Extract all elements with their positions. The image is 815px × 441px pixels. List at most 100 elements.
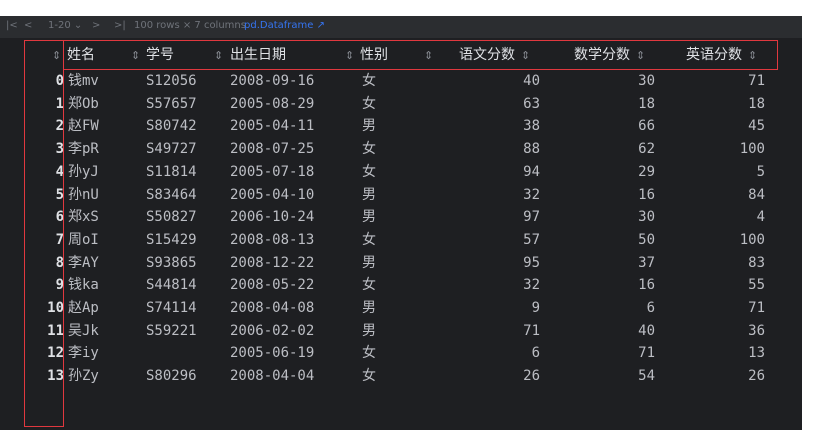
cell-math[interactable]: 62	[545, 138, 655, 160]
cell-math[interactable]: 16	[545, 184, 655, 206]
row-index[interactable]: 12	[20, 342, 64, 364]
row-index[interactable]: 13	[20, 365, 64, 387]
cell-chinese[interactable]: 57	[430, 229, 540, 251]
table-row[interactable]: 11 吴Jk S59221 2006-02-02 男 71 40 36	[0, 320, 802, 342]
cell-chinese[interactable]: 95	[430, 252, 540, 274]
cell-chinese[interactable]: 32	[430, 274, 540, 296]
row-index[interactable]: 2	[20, 115, 64, 137]
cell-gender[interactable]: 男	[362, 320, 402, 342]
cell-name[interactable]: 李pR	[68, 138, 138, 160]
cell-birth[interactable]: 2005-06-19	[230, 342, 350, 364]
cell-gender[interactable]: 男	[362, 115, 402, 137]
index-column-header[interactable]: ⇕	[46, 42, 61, 68]
cell-birth[interactable]: 2005-04-11	[230, 115, 350, 137]
cell-math[interactable]: 50	[545, 229, 655, 251]
cell-gender[interactable]: 女	[362, 138, 402, 160]
table-row[interactable]: 4 孙yJ S11814 2005-07-18 女 94 29 5	[0, 161, 802, 183]
cell-gender[interactable]: 女	[362, 93, 402, 115]
cell-english[interactable]: 71	[660, 297, 765, 319]
prev-page-button[interactable]: <	[24, 20, 32, 31]
cell-gender[interactable]: 女	[362, 274, 402, 296]
cell-name[interactable]: 赵FW	[68, 115, 138, 137]
table-row[interactable]: 6 郑xS S50827 2006-10-24 男 97 30 4	[0, 206, 802, 228]
table-row[interactable]: 9 钱ka S44814 2008-05-22 女 32 16 55	[0, 274, 802, 296]
cell-birth[interactable]: 2008-09-16	[230, 70, 350, 92]
cell-math[interactable]: 71	[545, 342, 655, 364]
cell-name[interactable]: 钱ka	[68, 274, 138, 296]
cell-birth[interactable]: 2005-08-29	[230, 93, 350, 115]
row-index[interactable]: 7	[20, 229, 64, 251]
cell-id[interactable]	[146, 342, 226, 364]
column-header-id[interactable]: 学号	[146, 42, 174, 68]
cell-gender[interactable]: 女	[362, 161, 402, 183]
cell-name[interactable]: 周oI	[68, 229, 138, 251]
cell-birth[interactable]: 2008-05-22	[230, 274, 350, 296]
row-index[interactable]: 0	[20, 70, 64, 92]
table-row[interactable]: 0 钱mv S12056 2008-09-16 女 40 30 71	[0, 70, 802, 92]
cell-gender[interactable]: 女	[362, 70, 402, 92]
cell-english[interactable]: 45	[660, 115, 765, 137]
column-sort-name[interactable]: ⇕	[125, 42, 140, 68]
table-row[interactable]: 3 李pR S49727 2008-07-25 女 88 62 100	[0, 138, 802, 160]
cell-english[interactable]: 55	[660, 274, 765, 296]
column-header-math[interactable]: 数学分数 ⇕	[574, 42, 645, 68]
cell-math[interactable]: 16	[545, 274, 655, 296]
column-sort-id[interactable]: ⇕	[208, 42, 223, 68]
cell-birth[interactable]: 2008-07-25	[230, 138, 350, 160]
cell-chinese[interactable]: 26	[430, 365, 540, 387]
cell-birth[interactable]: 2006-02-02	[230, 320, 350, 342]
cell-chinese[interactable]: 88	[430, 138, 540, 160]
cell-id[interactable]: S59221	[146, 320, 226, 342]
cell-english[interactable]: 83	[660, 252, 765, 274]
cell-birth[interactable]: 2005-07-18	[230, 161, 350, 183]
row-index[interactable]: 11	[20, 320, 64, 342]
cell-gender[interactable]: 女	[362, 229, 402, 251]
cell-math[interactable]: 37	[545, 252, 655, 274]
table-row[interactable]: 10 赵Ap S74114 2008-04-08 男 9 6 71	[0, 297, 802, 319]
cell-id[interactable]: S93865	[146, 252, 226, 274]
cell-english[interactable]: 5	[660, 161, 765, 183]
cell-id[interactable]: S50827	[146, 206, 226, 228]
cell-id[interactable]: S80296	[146, 365, 226, 387]
cell-english[interactable]: 84	[660, 184, 765, 206]
table-row[interactable]: 8 李AY S93865 2008-12-22 男 95 37 83	[0, 252, 802, 274]
column-header-name[interactable]: 姓名	[67, 42, 95, 68]
cell-math[interactable]: 30	[545, 70, 655, 92]
cell-name[interactable]: 郑Ob	[68, 93, 138, 115]
cell-gender[interactable]: 男	[362, 206, 402, 228]
row-index[interactable]: 5	[20, 184, 64, 206]
cell-chinese[interactable]: 94	[430, 161, 540, 183]
column-header-chinese[interactable]: 语文分数 ⇕	[459, 42, 530, 68]
cell-english[interactable]: 100	[660, 138, 765, 160]
row-index[interactable]: 1	[20, 93, 64, 115]
cell-chinese[interactable]: 6	[430, 342, 540, 364]
cell-id[interactable]: S11814	[146, 161, 226, 183]
cell-id[interactable]: S44814	[146, 274, 226, 296]
cell-name[interactable]: 李AY	[68, 252, 138, 274]
next-page-button[interactable]: >	[92, 20, 100, 31]
cell-chinese[interactable]: 32	[430, 184, 540, 206]
table-row[interactable]: 2 赵FW S80742 2005-04-11 男 38 66 45	[0, 115, 802, 137]
cell-chinese[interactable]: 97	[430, 206, 540, 228]
column-header-birth[interactable]: 出生日期	[230, 42, 286, 68]
cell-gender[interactable]: 女	[362, 342, 402, 364]
column-sort-birth[interactable]: ⇕	[339, 42, 354, 68]
cell-chinese[interactable]: 63	[430, 93, 540, 115]
cell-english[interactable]: 18	[660, 93, 765, 115]
table-row[interactable]: 5 孙nU S83464 2005-04-10 男 32 16 84	[0, 184, 802, 206]
cell-chinese[interactable]: 71	[430, 320, 540, 342]
cell-english[interactable]: 26	[660, 365, 765, 387]
cell-math[interactable]: 54	[545, 365, 655, 387]
page-range-dropdown[interactable]: 1-20 ⌄	[48, 20, 82, 31]
cell-gender[interactable]: 男	[362, 252, 402, 274]
column-header-english[interactable]: 英语分数 ⇕	[686, 42, 757, 68]
cell-id[interactable]: S49727	[146, 138, 226, 160]
cell-gender[interactable]: 男	[362, 297, 402, 319]
cell-birth[interactable]: 2008-04-04	[230, 365, 350, 387]
table-row[interactable]: 1 郑Ob S57657 2005-08-29 女 63 18 18	[0, 93, 802, 115]
cell-math[interactable]: 6	[545, 297, 655, 319]
row-index[interactable]: 9	[20, 274, 64, 296]
cell-name[interactable]: 孙yJ	[68, 161, 138, 183]
dataframe-link[interactable]: pd.Dataframe ↗	[244, 20, 325, 31]
cell-id[interactable]: S57657	[146, 93, 226, 115]
